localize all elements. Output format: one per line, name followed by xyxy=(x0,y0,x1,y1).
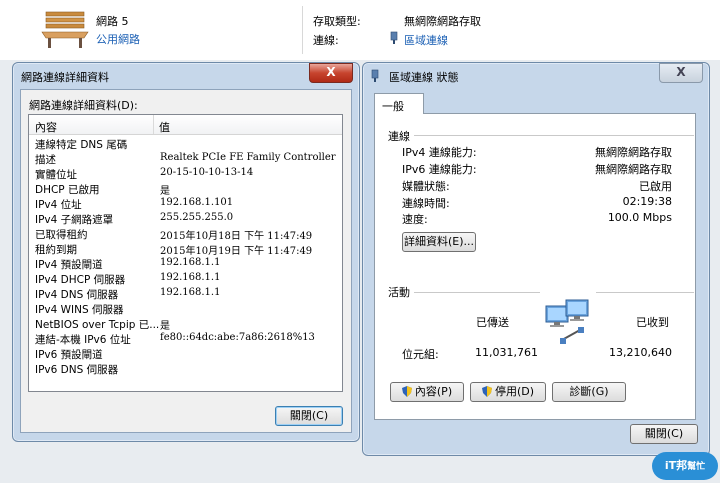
network-center-strip: 網路 5 公用網路 存取類型: 無網際網路存取 連線: 區域連線 xyxy=(0,0,720,60)
close-icon[interactable]: X xyxy=(659,63,703,83)
column-divider xyxy=(153,115,154,134)
column-header-property[interactable]: 內容 xyxy=(35,119,57,135)
uac-shield-icon xyxy=(481,386,492,397)
details-list[interactable]: 內容 值 連線特定 DNS 尾碼 描述 Realtek PCIe FE Famil… xyxy=(28,114,343,392)
field-value: 已啟用 xyxy=(639,180,672,193)
network-activity-icon xyxy=(545,299,589,344)
group-divider xyxy=(596,292,694,293)
tab-general[interactable]: 一般 xyxy=(374,93,424,114)
list-header: 內容 值 xyxy=(29,115,342,135)
access-type-label: 存取類型: xyxy=(313,15,361,28)
bytes-label: 位元組: xyxy=(402,348,439,361)
access-type-value: 無網際網路存取 xyxy=(404,15,481,28)
table-row[interactable]: 租約到期 2015年10月19日 下午 11:47:49 xyxy=(29,241,342,257)
activity-group-label: 活動 xyxy=(388,286,410,299)
disable-button[interactable]: 停用(D) xyxy=(470,382,546,402)
field-label: IPv4 連線能力: xyxy=(402,146,477,159)
watermark-logo: iT邦幫忙 xyxy=(652,452,718,480)
table-row[interactable]: IPv6 DNS 伺服器 xyxy=(29,361,342,376)
field-value: 100.0 Mbps xyxy=(607,211,672,224)
bytes-received-value: 13,210,640 xyxy=(609,346,672,359)
table-row[interactable]: IPv4 DHCP 伺服器 192.168.1.1 xyxy=(29,271,342,286)
column-header-value[interactable]: 值 xyxy=(159,119,170,135)
field-value: 02:19:38 xyxy=(622,195,672,208)
details-button[interactable]: 詳細資料(E)... xyxy=(402,232,476,252)
group-divider xyxy=(414,135,694,136)
divider xyxy=(302,6,303,54)
table-row[interactable]: 連結-本機 IPv6 位址 fe80::64dc:abe:7a86:2618%13 xyxy=(29,331,342,346)
network-name: 網路 5 xyxy=(96,15,129,28)
table-row[interactable]: IPv4 預設閘道 192.168.1.1 xyxy=(29,256,342,271)
details-window-title: 網路連線詳細資料 xyxy=(21,71,109,84)
table-row[interactable]: DHCP 已啟用是 xyxy=(29,181,342,197)
table-row[interactable]: 已取得租約 2015年10月18日 下午 11:47:49 xyxy=(29,226,342,242)
received-label: 已收到 xyxy=(636,316,669,329)
table-row[interactable]: 描述 Realtek PCIe FE Family Controller xyxy=(29,151,342,166)
properties-button[interactable]: 內容(P) xyxy=(390,382,464,402)
table-row[interactable]: IPv4 子網路遮罩 255.255.255.0 xyxy=(29,211,342,226)
details-list-label: 網路連線詳細資料(D): xyxy=(29,99,138,112)
sent-label: 已傳送 xyxy=(476,316,509,329)
status-window-title: 區域連線 狀態 xyxy=(389,71,459,84)
network-type-link[interactable]: 公用網路 xyxy=(96,31,140,47)
table-row[interactable]: 實體位址 20-15-10-10-13-14 xyxy=(29,166,342,181)
bytes-sent-value: 11,031,761 xyxy=(475,346,538,359)
details-close-button[interactable]: 關閉(C) xyxy=(275,406,343,426)
bench-icon xyxy=(41,11,89,48)
connection-label: 連線: xyxy=(313,34,339,47)
field-label: IPv6 連線能力: xyxy=(402,163,477,176)
connection-group-label: 連線 xyxy=(388,130,410,143)
field-label: 連線時間: xyxy=(402,197,450,210)
uac-shield-icon xyxy=(401,386,412,397)
table-row[interactable]: IPv6 預設閘道 xyxy=(29,346,342,361)
field-label: 速度: xyxy=(402,213,428,226)
connection-link[interactable]: 區域連線 xyxy=(404,32,448,48)
ethernet-icon xyxy=(390,31,398,44)
group-divider xyxy=(414,292,540,293)
table-row[interactable]: IPv4 DNS 伺服器 192.168.1.1 xyxy=(29,286,342,301)
close-icon[interactable]: X xyxy=(309,63,353,83)
table-row[interactable]: 連線特定 DNS 尾碼 xyxy=(29,136,342,151)
ethernet-icon xyxy=(371,69,379,82)
field-value: 無網際網路存取 xyxy=(595,163,672,176)
field-label: 媒體狀態: xyxy=(402,180,450,193)
field-value: 無網際網路存取 xyxy=(595,146,672,159)
table-row[interactable]: NetBIOS over Tcpip 已... 是 xyxy=(29,316,342,332)
table-row[interactable]: IPv4 位址 192.168.1.101 xyxy=(29,196,342,211)
table-row[interactable]: IPv4 WINS 伺服器 xyxy=(29,301,342,316)
status-close-button[interactable]: 關閉(C) xyxy=(630,424,698,444)
diagnose-button[interactable]: 診斷(G) xyxy=(552,382,626,402)
